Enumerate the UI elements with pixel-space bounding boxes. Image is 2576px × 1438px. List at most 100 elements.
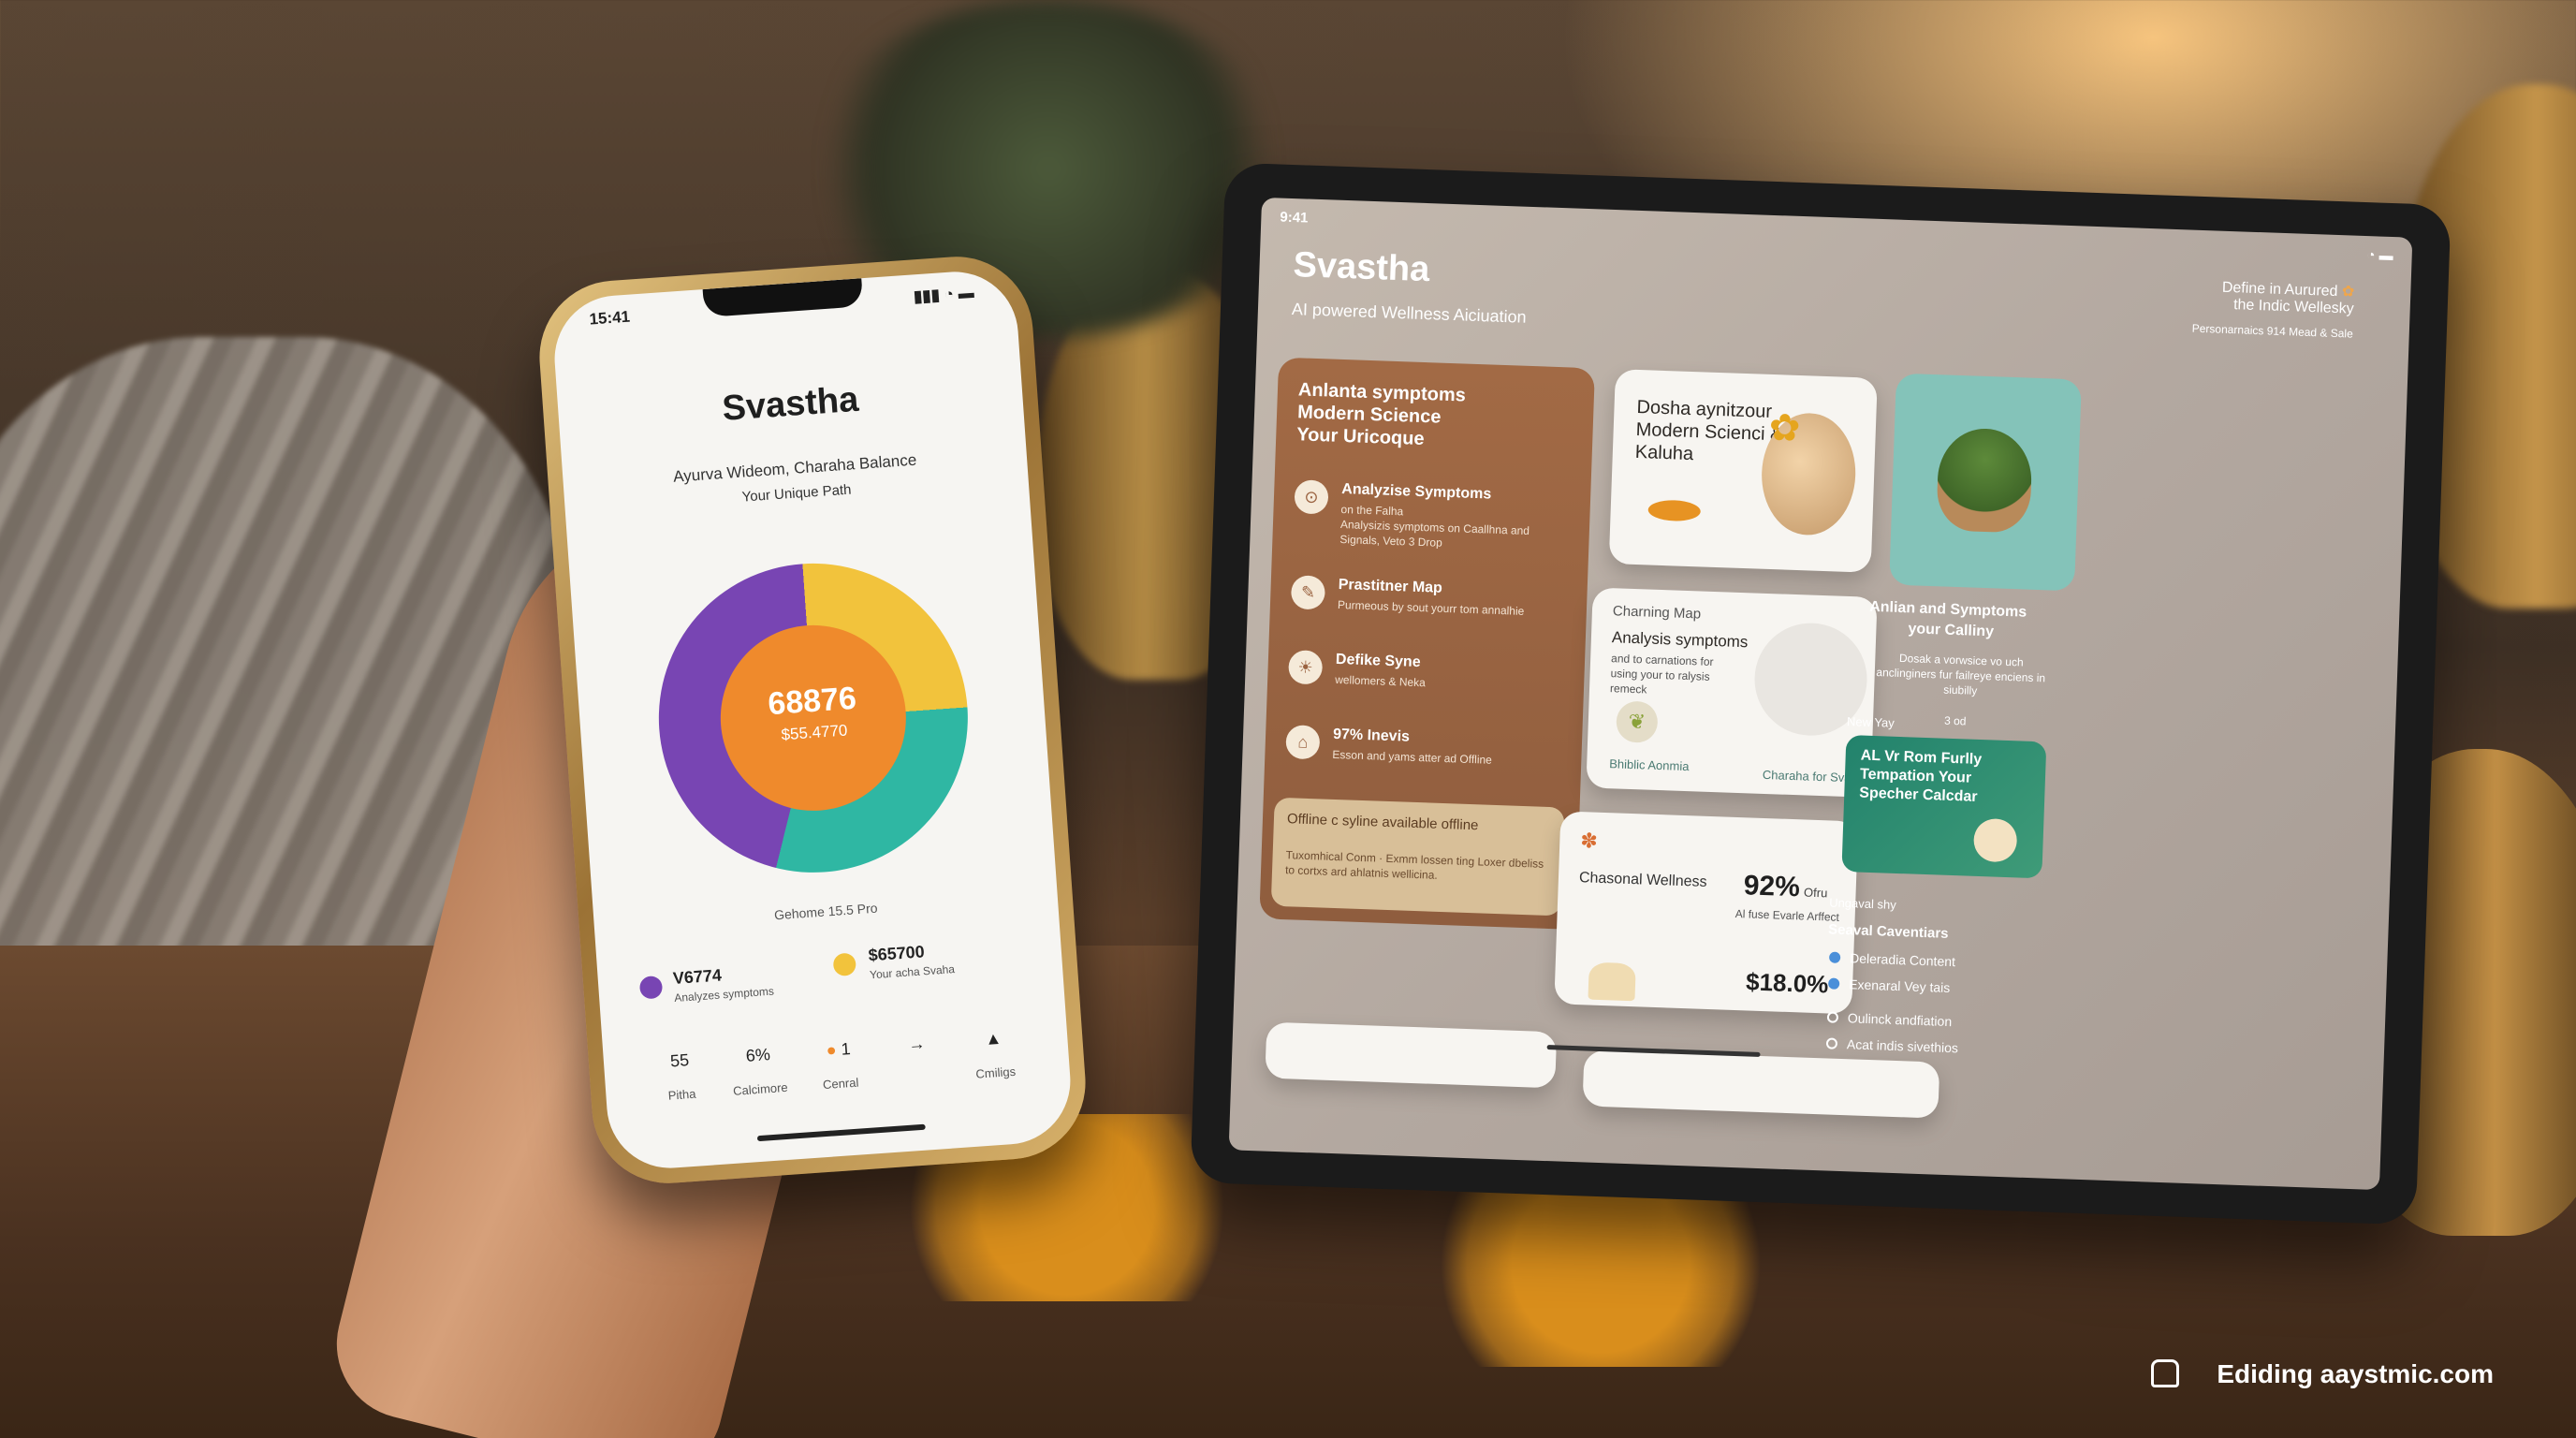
bottom-card-2[interactable] [1582, 1049, 1940, 1119]
list-item[interactable]: Oulinck andfiation [1826, 1009, 2052, 1029]
plant-desc: Dosak a vorwsice vo uch anclinginers fur… [1876, 651, 2046, 697]
list-item[interactable]: Deleradia Content [1828, 949, 2054, 969]
seasonal-percent-desc: Al fuse Evarle Arffect [1734, 906, 1840, 924]
phone-signal-icon: ▮▮▮ ◔ ▬ [913, 283, 975, 306]
legend-dot-yellow [832, 952, 857, 977]
oil-bottle-image [1588, 961, 1636, 1002]
nav-item-pitha[interactable]: 55 Pitha [637, 1049, 724, 1105]
feature-desc: on the Falha Analysizis symptoms on Caall… [1339, 502, 1566, 554]
tablet-subtitle: AI powered Wellness Aiciuation [1291, 300, 1528, 327]
feature-desc: wellomers & Neka [1334, 672, 1427, 690]
tablet-header-right[interactable]: Define in Aurured ✿ the Indic Wellesky P… [2192, 277, 2355, 341]
profile-icon: ▲ [984, 1028, 1003, 1049]
new-label: New Yay [1846, 713, 1895, 730]
tablet-battery-icon: ◔ ▬ [2366, 247, 2393, 265]
list-item[interactable]: Acat indis sivethios [1825, 1035, 2051, 1055]
feature-item-map[interactable]: ✎ Prastitner Map Purmeous by sout yourr … [1290, 575, 1573, 618]
legend-label-2: Your acha Svaha [869, 962, 956, 982]
feature-title: Prastitner Map [1338, 576, 1443, 596]
feature-item-analyze[interactable]: ⊙ Analyzise Symptoms on the Falha Analysi… [1294, 479, 1576, 550]
nav-value: 55 [669, 1050, 690, 1071]
seasonal-wellness-card[interactable]: ✽ Chasonal Wellness 92% Ofru Al fuse Eva… [1554, 811, 1859, 1015]
nav-label: Cenral [822, 1075, 859, 1093]
legend-value-2: $65700 [867, 942, 926, 965]
map-icon: ✎ [1290, 575, 1326, 610]
nav-item-arrow[interactable]: → [874, 1032, 961, 1074]
offline-title: Offline c syline available offline [1286, 811, 1479, 834]
flower-icon: ✿ [2341, 284, 2355, 301]
list-item[interactable]: Exenaral Vey tais [1827, 976, 2053, 995]
ungaval-label: Ungaval shy [1828, 895, 1896, 912]
nav-item-calcimore[interactable]: 6% Calcimore [715, 1043, 803, 1099]
seasonal-percent-2: $18.0% [1745, 967, 1829, 999]
tablet: 9:41 ◔ ▬ Svastha AI powered Wellness Aic… [1190, 162, 2452, 1225]
plant-note: 3 od [1943, 713, 1967, 728]
seasonal-percent-1: 92% Ofru [1743, 870, 1828, 904]
feature-title: Analyzise Symptoms [1341, 481, 1492, 503]
arrow-icon: → [907, 1034, 927, 1054]
phone: 15:41 ▮▮▮ ◔ ▬ Svastha Ayurva Wideom, Cha… [534, 251, 1091, 1189]
phone-bottom-nav: 55 Pitha 6% Calcimore ● 1 Cenral → ▲ Cmiligs [637, 1026, 1032, 1103]
plant-card[interactable] [1889, 373, 2082, 592]
phone-home-indicator[interactable] [756, 1123, 926, 1142]
percent-1-value: 92% [1743, 870, 1801, 903]
tablet-screen: 9:41 ◔ ▬ Svastha AI powered Wellness Aic… [1228, 197, 2413, 1191]
nav-item-cenral[interactable]: ● 1 Cenral [796, 1037, 884, 1093]
legend-value-1: V6774 [672, 965, 723, 989]
dosha-card[interactable]: Dosha aynitzour Modern Scienci & Kaluha … [1608, 369, 1878, 573]
sunflower-icon: ✿ [1768, 406, 1802, 450]
nav-value: 6% [745, 1045, 771, 1065]
legend-dot-purple [638, 975, 664, 1000]
list-item-text: Acat indis sivethios [1846, 1036, 1959, 1056]
nav-label: Pitha [667, 1086, 696, 1103]
percent-1-unit: Ofru [1803, 885, 1828, 901]
feature-desc: Purmeous by sout yourr tom annalhie [1337, 597, 1525, 618]
nav-label: Calcimore [732, 1079, 789, 1098]
list-item-text: Oulinck andfiation [1847, 1010, 1953, 1030]
charning-map-desc: and to carnations for using your to raly… [1609, 652, 1714, 697]
nav-label: Cmiligs [974, 1064, 1017, 1081]
offline-desc: Tuxomhical Conm · Exmm lossen ting Loxer… [1284, 848, 1544, 882]
calendar-promo-text: AL Vr Rom Furlly Tempation Your Specher … [1859, 747, 1983, 805]
nav-value: ● 1 [796, 1037, 881, 1063]
offline-card[interactable]: Offline c syline available offline Tuxom… [1270, 797, 1565, 917]
bullet-icon [1825, 1037, 1838, 1049]
plant-caption-2: your Calliny [1908, 621, 1995, 640]
house-icon [2151, 1359, 2179, 1387]
list-item-text: Exenaral Vey tais [1848, 976, 1951, 996]
tablet-status-time: 9:41 [1280, 209, 1309, 227]
charning-map-tag-1: Bhiblic Aonmia [1608, 756, 1690, 774]
bottom-card-1[interactable] [1265, 1021, 1558, 1089]
calendar-promo-card[interactable]: AL Vr Rom Furlly Tempation Your Specher … [1841, 734, 2047, 879]
feature-desc: Esson and yams atter ad Offline [1332, 747, 1493, 767]
leaf-icon: ❦ [1616, 700, 1659, 743]
tea-cup-image [1972, 817, 2018, 863]
nav-value-text: 1 [840, 1039, 852, 1059]
plant-caption-1: Anlian and Symptoms [1868, 598, 2027, 621]
phone-app-title: Svastha [721, 379, 860, 429]
left-feature-panel: Anlanta symptoms Modern Science Your Uri… [1259, 357, 1595, 931]
header-right-line-3: Personarnaics 914 Mead & Sale [2191, 321, 2354, 341]
tablet-app-title: Svastha [1292, 245, 1431, 290]
phone-footer-label: Gehome 15.5 Pro [773, 900, 878, 923]
feature-title: Defike Syne [1335, 651, 1421, 671]
feature-item-define[interactable]: ☀ Defike Syne wellomers & Neka [1288, 650, 1570, 689]
potted-plant-image [1936, 427, 2033, 534]
orange-dot-icon: ● [825, 1040, 838, 1060]
dosha-donut-chart[interactable]: 68876 $55.4770 [648, 552, 978, 884]
feature-title: 97% Inevis [1332, 726, 1411, 745]
nav-item-cmiligs[interactable]: ▲ Cmiligs [951, 1026, 1039, 1082]
donut-center: 68876 $55.4770 [714, 619, 913, 817]
watermark: Ediding aaystmic.com [2217, 1359, 2494, 1388]
phone-screen: 15:41 ▮▮▮ ◔ ▬ Svastha Ayurva Wideom, Cha… [550, 267, 1075, 1173]
phone-status-time: 15:41 [588, 307, 631, 329]
lock-icon: ⊙ [1294, 479, 1329, 515]
feature-item-insights[interactable]: ⌂ 97% Inevis Esson and yams atter ad Off… [1285, 725, 1567, 767]
list-item-text: Deleradia Content [1849, 950, 1956, 970]
home-icon: ⌂ [1285, 725, 1321, 760]
left-panel-heading: Anlanta symptoms Modern Science Your Uri… [1296, 378, 1466, 451]
turmeric-image [1647, 499, 1702, 522]
charning-map-card[interactable]: Charning Map Analysis symptoms and to ca… [1586, 587, 1878, 798]
bullet-icon [1826, 1011, 1839, 1023]
phone-notch [702, 278, 864, 317]
